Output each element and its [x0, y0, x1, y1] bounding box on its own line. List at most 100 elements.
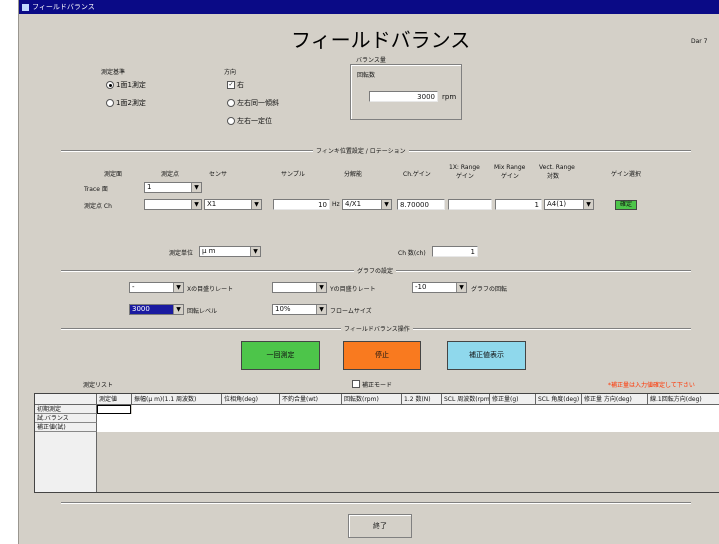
correction-button[interactable]: 補正値表示 [447, 341, 526, 370]
sensor-combo[interactable]: ▼ [144, 199, 202, 210]
table-row-1[interactable] [97, 414, 719, 423]
table-col-6: SCL 周波数(rpm) [442, 394, 490, 405]
meas-header-4: 分解能 [344, 171, 363, 178]
table-col-1: 振幅(µ m)(1.1 周波数) [132, 394, 222, 405]
table-cell-active[interactable] [97, 405, 131, 414]
direction-option-1: 右 [237, 81, 244, 89]
y-rate-label: Yの目盛りレート [330, 286, 376, 293]
trace-combo-value: 1 [147, 183, 152, 191]
x-rate-combo-value: - [132, 283, 135, 291]
balance-unit: rpm [442, 93, 457, 101]
results-label: 測定リスト [83, 382, 114, 389]
range-input[interactable]: 1 [495, 199, 542, 210]
meas-sub-header-0: ゲイン [456, 173, 474, 180]
row2-label: 測定点 Ch [84, 203, 112, 210]
vect-range-combo-value: A4(1) [547, 200, 567, 208]
gain-ok-button[interactable]: 確定 [615, 200, 637, 210]
calc-method-radio-1[interactable] [106, 81, 114, 89]
balance-rpm-input[interactable]: 3000 [369, 91, 438, 102]
correction-mode-checkbox[interactable] [352, 380, 360, 388]
corner-label: Dar 7 [691, 38, 708, 45]
calc-method-option-1: 1面1測定 [116, 81, 146, 89]
x-rate-combo[interactable]: - ▼ [129, 282, 184, 293]
ch-input[interactable]: 1 [432, 246, 478, 257]
meas-sub-header-1: ゲイン [501, 173, 519, 180]
corner-cell [35, 394, 97, 405]
ch-label: Ch 数(ch) [398, 250, 426, 257]
window-title: フィールドバランス [32, 3, 95, 11]
table-col-4: 回転数(rpm) [342, 394, 402, 405]
results-table[interactable]: 測定値 振幅(µ m)(1.1 周波数) 位相角(deg) 不釣合量(wt) 回… [34, 393, 719, 493]
meas-header-3: サンプル [281, 171, 305, 178]
chevron-down-icon[interactable]: ▼ [173, 305, 183, 314]
chevron-down-icon[interactable]: ▼ [316, 305, 326, 314]
meas-sub-header-2: 対数 [547, 173, 560, 180]
meas-header-2: センサ [209, 171, 228, 178]
table-col-10: 線.1回転方向(deg) [648, 394, 719, 405]
table-col-9: 修正量 方向(deg) [582, 394, 648, 405]
chevron-down-icon[interactable]: ▼ [381, 200, 391, 209]
sample-unit: Hz [332, 201, 340, 208]
direction-option-2: 左右同一傾斜 [237, 99, 279, 107]
red-note: *補正量は入力値確定して下さい [608, 382, 695, 389]
chevron-down-icon[interactable]: ▼ [251, 200, 261, 209]
table-row-header-2: 補正値(試) [35, 423, 97, 432]
table-col-5: 1.2 数(N) [402, 394, 442, 405]
rotation-combo-value: -10 [415, 283, 427, 291]
y-rate-combo[interactable]: ▼ [272, 282, 327, 293]
direction-check-1[interactable]: ✓ [227, 81, 235, 89]
frame-size-combo[interactable]: 10% ▼ [272, 304, 327, 315]
chevron-down-icon[interactable]: ▼ [191, 183, 201, 192]
chevron-down-icon[interactable]: ▼ [456, 283, 466, 292]
sample-input[interactable]: 10 [273, 199, 330, 210]
meas-header-7: 1X: Range [449, 164, 480, 171]
resolution-combo[interactable]: 4/X1 ▼ [342, 199, 392, 210]
close-button[interactable]: 終了 [348, 514, 412, 538]
channel-combo[interactable]: X1 ▼ [204, 199, 262, 210]
unit-combo[interactable]: µ m ▼ [199, 246, 261, 257]
table-row-header-empty [35, 432, 97, 492]
table-row-header-1: 試.バランス [35, 414, 97, 423]
chevron-down-icon[interactable]: ▼ [191, 200, 201, 209]
table-row-2[interactable] [97, 423, 719, 432]
balance-sub-label: 回転数 [357, 72, 376, 79]
direction-radio-3[interactable] [227, 117, 235, 125]
level-combo[interactable]: 3000 ▼ [129, 304, 184, 315]
main-window: フィールドバランス フィールドバランス Dar 7 測定基準 1面1測定 1面2… [18, 0, 719, 544]
rotation-label: グラフの回転 [471, 286, 508, 293]
table-col-7: 修正量(g) [490, 394, 536, 405]
chevron-down-icon[interactable]: ▼ [173, 283, 183, 292]
x-rate-label: Xの目盛りレート [187, 286, 234, 293]
table-row-header-0: 初期測定 [35, 405, 97, 414]
table-col-0: 測定値 [97, 394, 132, 405]
app-icon [22, 3, 29, 11]
chevron-down-icon[interactable]: ▼ [316, 283, 326, 292]
meas-header-8: Mix Range [494, 164, 526, 171]
row1-label: Trace 面 [84, 186, 108, 193]
divider-footer [61, 502, 691, 504]
table-col-2: 位相角(deg) [222, 394, 280, 405]
gain-input[interactable]: 8.70000 [397, 199, 445, 210]
table-row-0[interactable] [132, 405, 719, 414]
direction-radio-2[interactable] [227, 99, 235, 107]
direction-label: 方向 [224, 69, 237, 76]
calc-method-radio-2[interactable] [106, 99, 114, 107]
chevron-down-icon[interactable]: ▼ [250, 247, 260, 256]
calc-method-option-2: 1面2測定 [116, 99, 146, 107]
trace-combo[interactable]: 1 ▼ [144, 182, 202, 193]
frame-size-combo-value: 10% [275, 305, 291, 313]
measure-button[interactable]: 一回測定 [241, 341, 320, 370]
channel-combo-value: X1 [207, 200, 217, 208]
meas-header-9: Vect. Range [539, 164, 575, 171]
meas-header-10: ゲイン選択 [611, 171, 641, 178]
vect-range-combo[interactable]: A4(1) ▼ [544, 199, 594, 210]
table-col-3: 不釣合量(wt) [280, 394, 342, 405]
chevron-down-icon[interactable]: ▼ [583, 200, 593, 209]
unit-label: 測定単位 [169, 250, 194, 257]
section-exec-title: フィールドバランス操作 [341, 324, 413, 333]
rotation-combo[interactable]: -10 ▼ [412, 282, 467, 293]
level-label: 回転レベル [187, 308, 218, 315]
stop-button[interactable]: 停止 [343, 341, 421, 370]
filter-input[interactable] [448, 199, 492, 210]
title-bar: フィールドバランス [19, 0, 719, 14]
